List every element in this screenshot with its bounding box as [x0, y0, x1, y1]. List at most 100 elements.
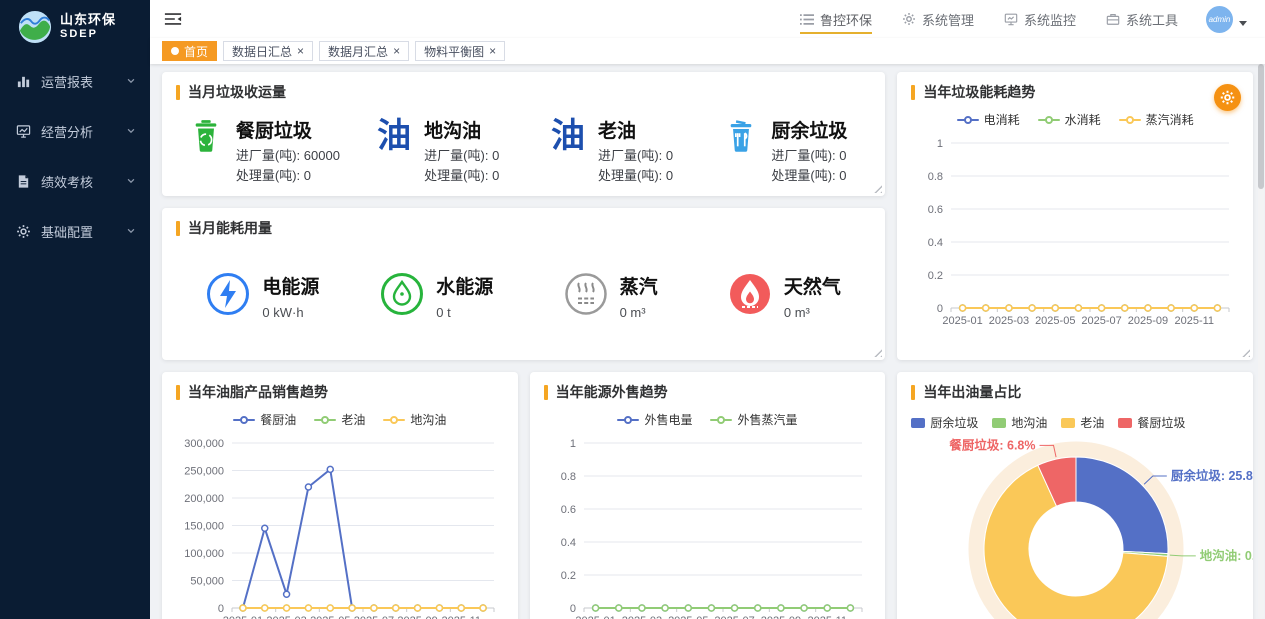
- svg-text:2025-09: 2025-09: [397, 615, 437, 619]
- waste-name: 老油: [598, 116, 673, 143]
- legend-item[interactable]: 外售电量: [617, 411, 692, 428]
- card-waste-collection: 当月垃圾收运量: [162, 72, 885, 196]
- legend-item[interactable]: 厨余垃圾: [911, 414, 978, 431]
- tab-home[interactable]: 首页: [162, 41, 217, 61]
- in-label: 进厂量(吨):: [771, 148, 835, 163]
- close-icon[interactable]: ×: [297, 45, 304, 57]
- energy-items-row: 电能源 0 kW·h 水能源 0 t: [176, 242, 871, 350]
- energy-value: 0 kW·h: [262, 305, 319, 320]
- legend-label: 外售电量: [644, 411, 692, 428]
- svg-text:2025-03: 2025-03: [989, 315, 1029, 327]
- energy-name: 蒸汽: [620, 272, 658, 299]
- svg-text:2025-05: 2025-05: [310, 615, 350, 619]
- energy-name: 天然气: [784, 272, 841, 299]
- tab-data-daily-summary[interactable]: 数据日汇总 ×: [223, 41, 313, 61]
- proc-value: 0: [839, 168, 846, 183]
- legend-item[interactable]: 地沟油: [992, 414, 1047, 431]
- sidebar-item-label: 绩效考核: [41, 172, 116, 191]
- card-garbage-energy-trend: 当年垃圾能耗趋势 电消耗水消耗蒸汽消耗 00.20.40.60.812025-0…: [897, 72, 1253, 360]
- legend-marker: [383, 419, 405, 421]
- legend-item[interactable]: 老油: [1061, 414, 1104, 431]
- main-area: 鲁控环保 系统管理 系统监控 系统工具 a: [150, 0, 1265, 619]
- legend-swatch: [1118, 418, 1132, 428]
- legend-item[interactable]: 外售蒸汽量: [710, 411, 797, 428]
- chart-legend: 外售电量 外售蒸汽量: [544, 411, 872, 428]
- nav-system-tools[interactable]: 系统工具: [1106, 0, 1178, 38]
- nav-system-monitor[interactable]: 系统监控: [1004, 0, 1076, 38]
- legend-item[interactable]: 老油: [314, 411, 365, 428]
- sidebar-item-base-config[interactable]: 基础配置: [0, 206, 150, 256]
- svg-text:0.8: 0.8: [560, 471, 575, 483]
- user-menu[interactable]: admin: [1206, 6, 1247, 33]
- nav-luko-env[interactable]: 鲁控环保: [800, 0, 872, 38]
- avatar[interactable]: admin: [1206, 6, 1233, 33]
- svg-text:2025-07: 2025-07: [714, 615, 754, 619]
- svg-text:100,000: 100,000: [184, 548, 224, 560]
- title-accent-bar: [911, 385, 915, 400]
- tabs-bar: 首页 数据日汇总 × 数据月汇总 × 物料平衡图 ×: [150, 38, 1265, 64]
- in-label: 进厂量(吨):: [598, 148, 662, 163]
- legend-item[interactable]: 蒸汽消耗: [1119, 111, 1194, 128]
- resize-handle[interactable]: [873, 184, 882, 193]
- svg-text:0.8: 0.8: [928, 171, 943, 183]
- legend-marker: [710, 419, 732, 421]
- svg-text:0.2: 0.2: [928, 270, 943, 282]
- nav-system-management[interactable]: 系统管理: [902, 0, 974, 38]
- proc-label: 处理量(吨):: [771, 168, 835, 183]
- svg-text:2025-05: 2025-05: [668, 615, 708, 619]
- scrollbar-thumb[interactable]: [1258, 64, 1264, 189]
- gear-icon: [16, 224, 31, 239]
- svg-text:2025-01: 2025-01: [575, 615, 615, 619]
- svg-text:200,000: 200,000: [184, 493, 224, 505]
- monitor-icon: [1004, 12, 1018, 26]
- svg-text:300,000: 300,000: [184, 438, 224, 450]
- garbage-energy-trend-chart: 00.20.40.60.812025-012025-032025-052025-…: [911, 131, 1243, 336]
- list-icon: [800, 13, 814, 26]
- chart-legend: 电消耗 水消耗 蒸汽消耗: [911, 111, 1239, 128]
- close-icon[interactable]: ×: [393, 45, 400, 57]
- svg-text:2025-09: 2025-09: [1128, 315, 1168, 327]
- resize-handle[interactable]: [873, 348, 882, 357]
- sidebar-item-operations-report[interactable]: 运营报表: [0, 56, 150, 106]
- legend-item[interactable]: 电消耗: [957, 111, 1020, 128]
- top-header: 鲁控环保 系统管理 系统监控 系统工具 a: [150, 0, 1265, 38]
- legend-marker: [617, 419, 639, 421]
- sidebar-item-label: 基础配置: [41, 222, 116, 241]
- svg-text:0.4: 0.4: [560, 537, 575, 549]
- vertical-scrollbar[interactable]: [1258, 64, 1264, 619]
- legend-item[interactable]: 水消耗: [1038, 111, 1101, 128]
- in-value: 0: [666, 148, 673, 163]
- tab-data-monthly-summary[interactable]: 数据月汇总 ×: [319, 41, 409, 61]
- chart-settings-button[interactable]: [1214, 84, 1241, 111]
- legend-swatch: [911, 418, 925, 428]
- proc-label: 处理量(吨):: [598, 168, 662, 183]
- svg-text:2025-03: 2025-03: [621, 615, 661, 619]
- tab-material-balance[interactable]: 物料平衡图 ×: [415, 41, 505, 61]
- sidebar-item-performance-review[interactable]: 绩效考核: [0, 156, 150, 206]
- tab-label: 物料平衡图: [424, 43, 484, 60]
- energy-value: 0 m³: [620, 305, 658, 320]
- legend-item[interactable]: 地沟油: [383, 411, 446, 428]
- legend-item[interactable]: 餐厨油: [233, 411, 296, 428]
- waste-item-gutter-oil: 油 地沟油 进厂量(吨): 0 处理量(吨): 0: [350, 116, 524, 186]
- tab-label: 首页: [184, 43, 208, 60]
- close-icon[interactable]: ×: [489, 45, 496, 57]
- pie-slice[interactable]: [1076, 457, 1168, 554]
- in-value: 0: [839, 148, 846, 163]
- svg-text:2025-07: 2025-07: [1082, 315, 1122, 327]
- sidebar-item-business-analysis[interactable]: 经营分析: [0, 106, 150, 156]
- svg-text:0.4: 0.4: [928, 237, 943, 249]
- pie-slice-label: 餐厨垃圾: 6.8%: [949, 437, 1036, 452]
- energy-value: 0 m³: [784, 305, 841, 320]
- energy-name: 水能源: [436, 272, 493, 299]
- collapse-sidebar-button[interactable]: [164, 11, 182, 27]
- legend-marker: [1038, 119, 1060, 121]
- trash-blue-icon: [721, 116, 761, 186]
- legend-item[interactable]: 餐厨垃圾: [1118, 414, 1185, 431]
- svg-text:1: 1: [937, 138, 943, 150]
- energy-item-water: 水能源 0 t: [350, 272, 524, 320]
- title-accent-bar: [544, 385, 548, 400]
- resize-handle[interactable]: [1241, 348, 1250, 357]
- tab-active-dot: [171, 47, 179, 55]
- energy-name: 电能源: [262, 272, 319, 299]
